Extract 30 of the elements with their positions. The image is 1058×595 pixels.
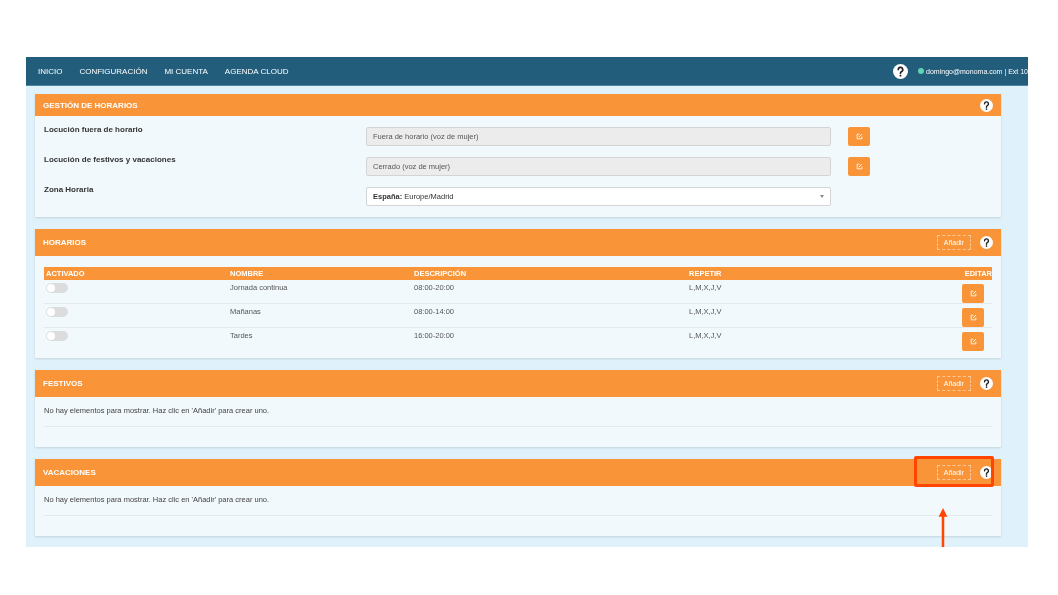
field-label: Locución fuera de horario bbox=[44, 124, 144, 134]
edit-button[interactable] bbox=[962, 308, 984, 327]
section-title: VACACIONES bbox=[43, 468, 96, 477]
edit-button[interactable] bbox=[848, 156, 870, 176]
help-icon[interactable] bbox=[980, 98, 993, 112]
nav-link[interactable]: MI CUENTA bbox=[164, 66, 208, 76]
help-icon[interactable] bbox=[893, 63, 909, 79]
caret-icon bbox=[820, 194, 824, 198]
nav-link[interactable]: AGENDA CLOUD bbox=[224, 66, 289, 76]
toggle-switch[interactable] bbox=[46, 283, 68, 293]
nav-link[interactable]: INICIO bbox=[38, 66, 63, 76]
edit-icon bbox=[855, 132, 863, 140]
edit-button[interactable] bbox=[962, 332, 984, 351]
nav-link[interactable]: CONFIGURACIÓN bbox=[79, 66, 148, 76]
edit-icon bbox=[969, 290, 977, 297]
section-title: FESTIVOS bbox=[43, 379, 83, 388]
section-title: HORARIOS bbox=[43, 238, 87, 247]
field-label: Zona Horaria bbox=[44, 184, 95, 194]
edit-icon bbox=[855, 162, 863, 170]
edit-icon bbox=[969, 314, 977, 321]
edit-icon bbox=[969, 338, 977, 345]
help-icon[interactable] bbox=[980, 466, 993, 479]
toggle-switch[interactable] bbox=[46, 331, 68, 341]
edit-button[interactable] bbox=[848, 126, 870, 146]
field-label: Locución de festivos y vacaciones bbox=[44, 154, 177, 164]
help-icon[interactable] bbox=[980, 377, 993, 390]
section-title: GESTIÓN DE HORARIOS bbox=[43, 100, 138, 110]
help-icon[interactable] bbox=[980, 236, 993, 249]
edit-button[interactable] bbox=[962, 284, 984, 303]
toggle-switch[interactable] bbox=[46, 307, 68, 317]
